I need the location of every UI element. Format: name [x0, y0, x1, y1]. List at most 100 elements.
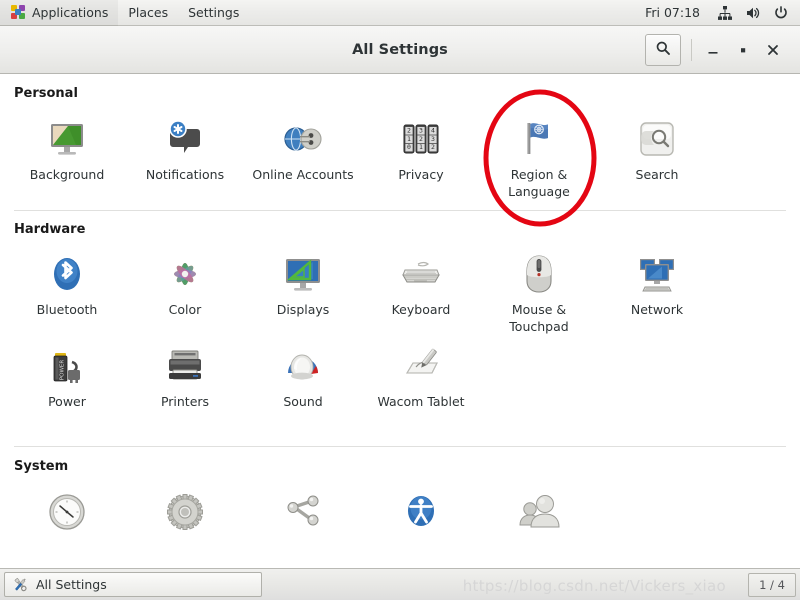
- section-title-hardware: Hardware: [14, 221, 86, 237]
- settings-window: All Settings Personal Background Notific…: [0, 26, 800, 568]
- notifications-icon: [161, 115, 209, 163]
- titlebar-controls: [645, 33, 800, 66]
- minimize-button[interactable]: [698, 35, 728, 65]
- settings-item-network[interactable]: Network: [598, 244, 716, 336]
- settings-item-mouse-touchpad[interactable]: Mouse & Touchpad: [480, 244, 598, 336]
- top-panel-tray: Fri 07:18: [635, 0, 800, 26]
- sound-icon: [279, 342, 327, 390]
- svg-text:3: 3: [431, 135, 435, 143]
- clock-icon: [43, 488, 91, 536]
- settings-item-search[interactable]: Search: [598, 109, 716, 201]
- settings-item-label: Displays: [276, 301, 330, 317]
- settings-item-wacom-tablet[interactable]: Wacom Tablet: [362, 336, 480, 418]
- desktop-top-panel: Applications Places Settings Fri 07:18: [0, 0, 800, 26]
- network-panel-icon: [633, 250, 681, 298]
- settings-item-label: Keyboard: [391, 301, 451, 317]
- sharing-icon: [279, 488, 327, 536]
- section-grid-personal: Background Notifications Online Accounts…: [0, 101, 800, 201]
- section-grid-hardware: Bluetooth Color Displays Keyboard Mouse …: [0, 237, 800, 418]
- settings-item-label: Sound: [283, 393, 323, 409]
- settings-item-users[interactable]: [480, 482, 598, 564]
- window-titlebar: All Settings: [0, 26, 800, 74]
- settings-item-label: Power: [48, 393, 86, 409]
- settings-item-keyboard[interactable]: Keyboard: [362, 244, 480, 336]
- settings-item-displays[interactable]: Displays: [244, 244, 362, 336]
- svg-text:2: 2: [419, 135, 423, 143]
- settings-content: Personal Background Notifications Online…: [0, 74, 800, 568]
- search-button[interactable]: [645, 33, 681, 66]
- screen: Applications Places Settings Fri 07:18 A…: [0, 0, 800, 600]
- settings-item-color[interactable]: Color: [126, 244, 244, 336]
- settings-item-sound[interactable]: Sound: [244, 336, 362, 418]
- section-title-system: System: [14, 458, 69, 474]
- network-icon[interactable]: [712, 0, 738, 26]
- power-icon[interactable]: [768, 0, 794, 26]
- settings-item-label: Search: [635, 167, 679, 182]
- taskbar-window-label: All Settings: [36, 577, 107, 592]
- applications-menu-label: Applications: [32, 5, 109, 20]
- power-panel-icon: POWER: [43, 342, 91, 390]
- settings-item-label: Color: [168, 301, 202, 317]
- settings-menu[interactable]: Settings: [178, 0, 249, 26]
- printers-icon: [161, 342, 209, 390]
- svg-text:4: 4: [431, 126, 435, 134]
- settings-item-notifications[interactable]: Notifications: [126, 109, 244, 201]
- universal-access-icon: [397, 488, 445, 536]
- settings-item-label: Region & Language: [508, 167, 570, 199]
- svg-text:2: 2: [407, 126, 411, 134]
- settings-item-label: Privacy: [398, 167, 444, 182]
- svg-text:1: 1: [407, 135, 411, 143]
- details-gear-icon: [161, 488, 209, 536]
- svg-text:3: 3: [419, 126, 423, 134]
- clock[interactable]: Fri 07:18: [635, 5, 710, 20]
- settings-item-label: Printers: [160, 393, 210, 409]
- settings-item-universal-access[interactable]: [362, 482, 480, 564]
- online-accounts-icon: [279, 115, 327, 163]
- places-menu[interactable]: Places: [118, 0, 178, 26]
- search-panel-icon: [633, 115, 681, 163]
- settings-item-label: Background: [29, 167, 105, 182]
- settings-item-sharing[interactable]: [244, 482, 362, 564]
- settings-item-power[interactable]: POWER Power: [8, 336, 126, 418]
- svg-text:2: 2: [431, 143, 435, 151]
- applications-menu[interactable]: Applications: [0, 0, 119, 26]
- settings-item-label: Notifications: [145, 167, 225, 182]
- settings-menu-label: Settings: [188, 5, 240, 20]
- settings-item-privacy[interactable]: 210 321 432 Privacy: [362, 109, 480, 201]
- settings-item-background[interactable]: Background: [8, 109, 126, 201]
- taskbar-window-button[interactable]: All Settings: [4, 572, 262, 597]
- privacy-icon: 210 321 432: [397, 115, 445, 163]
- titlebar-separator: [691, 38, 692, 61]
- svg-text:POWER: POWER: [60, 359, 66, 380]
- places-menu-label: Places: [128, 5, 169, 20]
- bluetooth-icon: [43, 250, 91, 298]
- background-icon: [43, 115, 91, 163]
- settings-item-label: Online Accounts: [252, 167, 354, 182]
- close-button[interactable]: [758, 35, 788, 65]
- settings-item-label: Network: [630, 301, 684, 317]
- wacom-tablet-icon: [397, 342, 445, 390]
- section-grid-system: [0, 474, 800, 564]
- mouse-touchpad-icon: [515, 250, 563, 298]
- svg-text:1: 1: [419, 143, 423, 151]
- watermark-text: https://blog.csdn.net/Vickers_xiao: [462, 577, 726, 595]
- region-language-icon: [515, 115, 563, 163]
- settings-item-online-accounts[interactable]: Online Accounts: [244, 109, 362, 201]
- section-title-personal: Personal: [14, 86, 78, 101]
- users-icon: [515, 488, 563, 536]
- color-icon: [161, 250, 209, 298]
- keyboard-icon: [397, 250, 445, 298]
- volume-icon[interactable]: [740, 0, 766, 26]
- pinwheel-icon: [10, 0, 26, 26]
- displays-icon: [279, 250, 327, 298]
- maximize-button[interactable]: [728, 35, 758, 65]
- search-icon: [655, 40, 671, 60]
- settings-item-printers[interactable]: Printers: [126, 336, 244, 418]
- desktop-taskbar: All Settings https://blog.csdn.net/Vicke…: [0, 568, 800, 600]
- workspace-indicator[interactable]: 1 / 4: [748, 572, 796, 597]
- settings-item-label: Mouse & Touchpad: [509, 301, 569, 334]
- settings-item-details[interactable]: [126, 482, 244, 564]
- settings-item-region-language[interactable]: Region & Language: [480, 109, 598, 201]
- settings-item-bluetooth[interactable]: Bluetooth: [8, 244, 126, 336]
- settings-item-datetime[interactable]: [8, 482, 126, 564]
